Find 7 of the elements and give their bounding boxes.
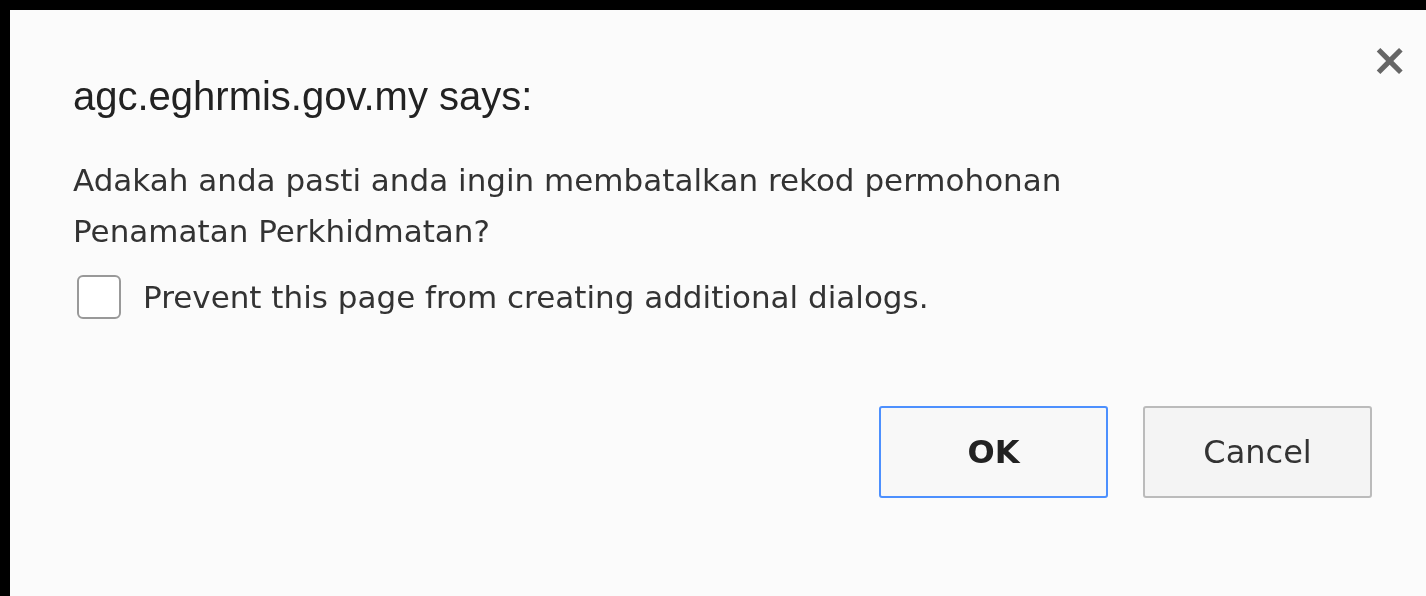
close-button[interactable]: × xyxy=(1371,38,1408,82)
checkbox[interactable] xyxy=(77,275,121,319)
dialog-message: Adakah anda pasti anda ingin membatalkan rekod permohonan Penamatan Perkhidmatan? xyxy=(73,161,1063,251)
ok-button[interactable]: OK xyxy=(879,406,1108,498)
dialog-title: agc.eghrmis.gov.my says: xyxy=(73,74,533,119)
checkbox-label[interactable]: Prevent this page from creating additional dialogs. xyxy=(143,279,929,315)
cancel-button[interactable]: Cancel xyxy=(1143,406,1372,498)
